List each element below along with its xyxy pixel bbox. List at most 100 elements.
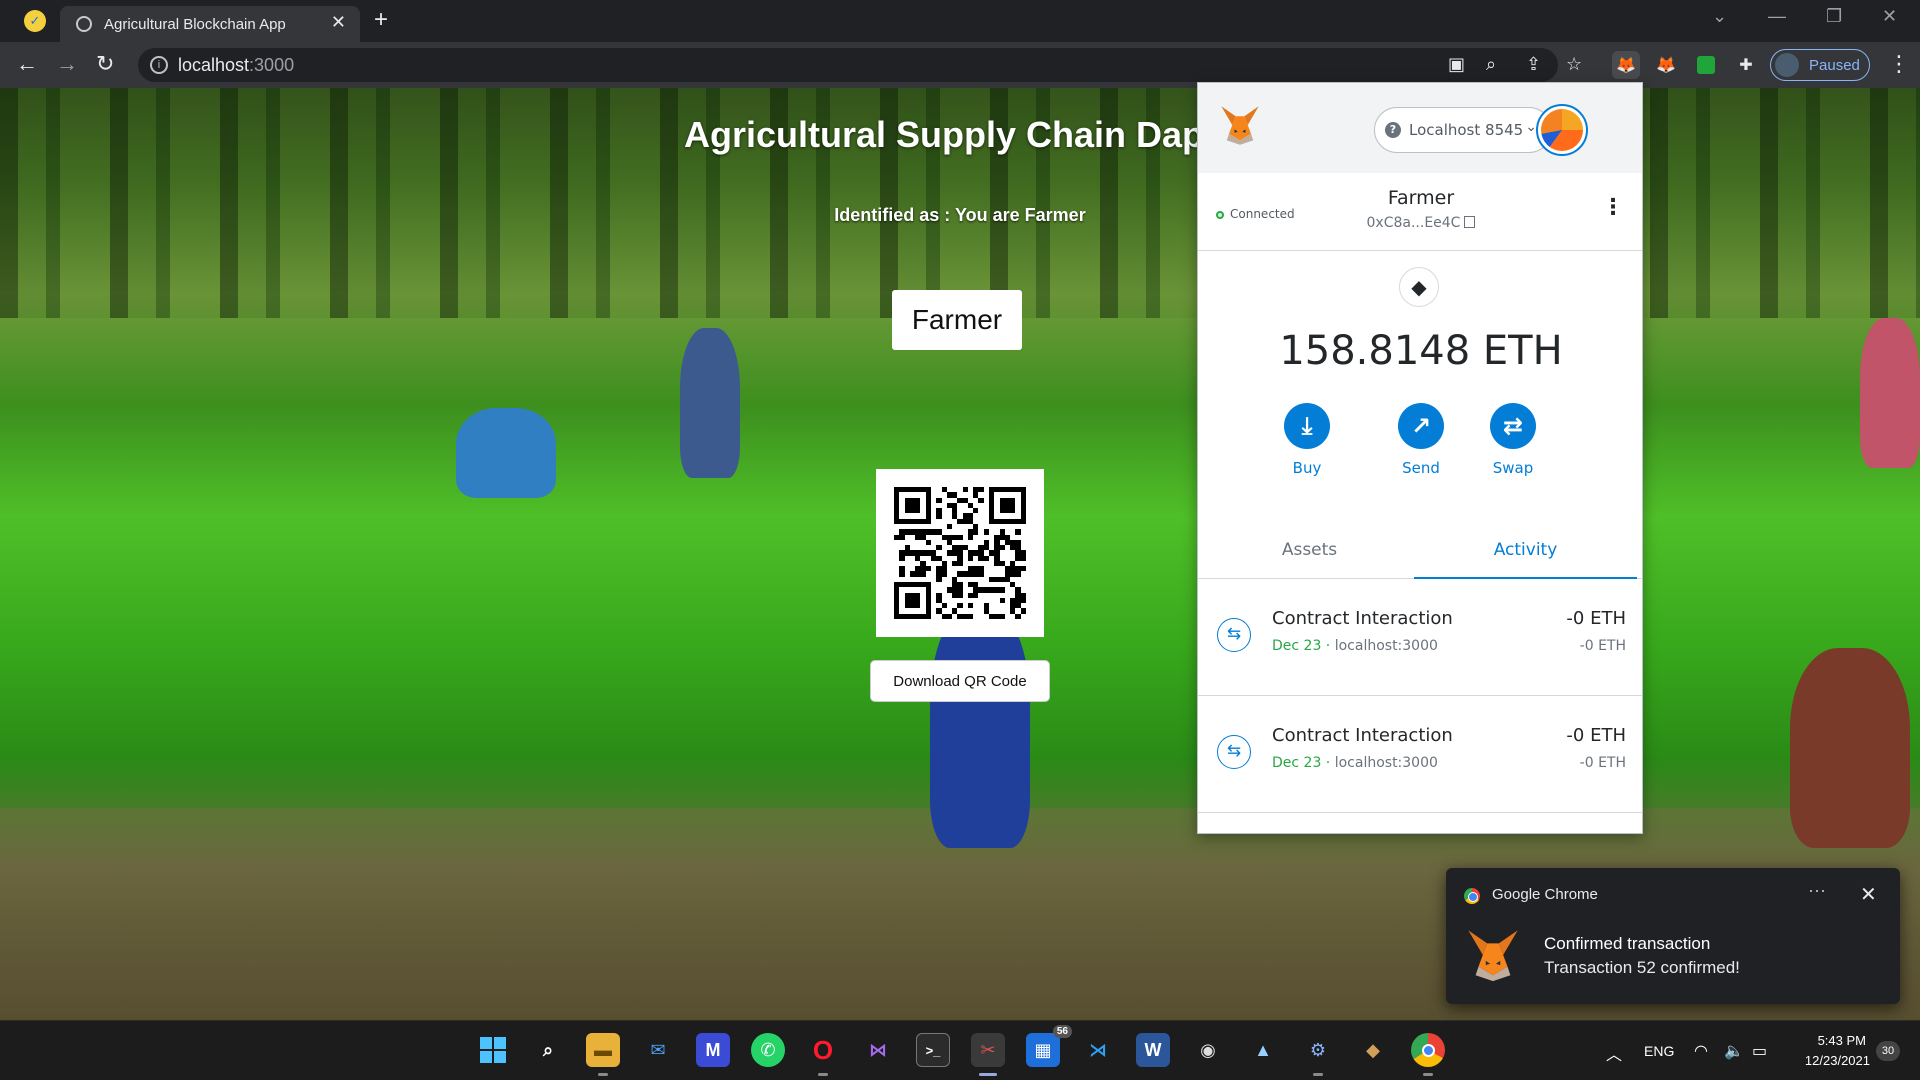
running-indicator [818,1073,828,1076]
visual-studio-icon[interactable]: ⋈ [861,1033,895,1067]
battery-icon[interactable]: ▭ [1752,1041,1767,1061]
network-selector[interactable]: ? Localhost 8545 ⌄ [1374,107,1552,153]
transaction-origin: localhost:3000 [1334,755,1438,771]
account-bar: Connected Farmer 0xC8a...Ee4C ⋮ [1198,173,1642,251]
tab-assets[interactable]: Assets [1198,523,1421,579]
qr-code-matrix [894,487,1026,619]
wifi-icon[interactable]: ◠ [1694,1041,1708,1061]
download-icon: ⤓ [1284,403,1330,449]
transaction-row[interactable]: ⇆ Contract Interaction Dec 23 · localhos… [1198,580,1642,696]
notification-options-icon[interactable]: ··· [1808,880,1826,901]
metamask-header: ? Localhost 8545 ⌄ [1198,83,1642,173]
tab-search-chevron-icon[interactable]: ⌄ [1712,6,1727,27]
photos-icon[interactable]: ▲ [1246,1033,1280,1067]
transaction-date: Dec 23 [1272,755,1322,771]
metamask-fox-icon [1468,930,1518,982]
transaction-meta: Dec 23 · localhost:3000 [1272,638,1438,654]
download-qr-button[interactable]: Download QR Code [870,660,1050,702]
browser-tab[interactable]: Agricultural Blockchain App ✕ [60,6,360,42]
background-worker-figure [456,408,556,498]
account-identicon[interactable] [1536,104,1588,156]
site-info-icon[interactable]: i [150,56,168,74]
chrome-menu-icon[interactable]: ⋮ [1888,51,1910,77]
metamask-flask-extension-icon[interactable]: 🦊 [1652,51,1680,79]
new-tab-button[interactable]: + [374,6,388,34]
word-icon[interactable]: W [1136,1033,1170,1067]
visual-studio-code-insiders-icon[interactable]: M [696,1033,730,1067]
back-button[interactable]: ← [16,51,38,77]
minimize-button[interactable]: — [1768,6,1786,27]
search-icon[interactable]: ⌕ [531,1033,565,1067]
globe-icon [76,16,92,32]
swap-label: Swap [1492,459,1534,477]
ganache-icon[interactable]: ◉ [1191,1033,1225,1067]
close-window-button[interactable]: ✕ [1882,6,1897,27]
forward-button[interactable]: → [56,51,78,77]
notification-center-badge[interactable]: 30 [1876,1041,1900,1061]
notification-body: Transaction 52 confirmed! [1544,958,1740,977]
terminal-icon[interactable]: >_ [916,1033,950,1067]
identicon-disc [1541,109,1583,151]
volume-icon[interactable]: 🔈 [1724,1041,1744,1061]
input-language[interactable]: ENG [1644,1043,1674,1059]
transaction-date: Dec 23 [1272,638,1322,654]
start-windows-icon[interactable] [476,1033,510,1067]
app-logo-icon[interactable]: ✓ [24,10,46,32]
vscode-icon[interactable]: ⋊ [1081,1033,1115,1067]
farmer-role-button[interactable]: Farmer [892,290,1022,350]
contract-interaction-icon: ⇆ [1217,735,1251,769]
transaction-fiat: -0 ETH [1579,755,1626,771]
tray-overflow-chevron-icon[interactable]: ︿ [1606,1041,1622,1065]
active-indicator [979,1073,997,1076]
microsoft-store-icon[interactable]: ▦ 56 [1026,1025,1072,1067]
metamask-extension-icon[interactable]: 🦊 [1612,51,1640,79]
account-name[interactable]: Farmer [1198,187,1642,209]
buy-button[interactable]: ⤓ Buy [1272,403,1342,477]
whatsapp-icon[interactable]: ✆ [751,1033,785,1067]
url-text[interactable]: localhost:3000 [178,55,294,76]
file-explorer-icon[interactable]: ▬ [586,1033,620,1067]
running-indicator [1313,1073,1323,1076]
blocked-popup-icon[interactable]: ▣ [1448,54,1465,75]
avatar [1775,53,1799,77]
virtualbox-icon[interactable]: ◆ [1356,1033,1390,1067]
running-indicator [598,1073,608,1076]
profile-button[interactable]: Paused [1770,49,1870,81]
green-extension-icon[interactable] [1692,51,1720,79]
transaction-row[interactable]: ⇆ Contract Interaction Dec 23 · localhos… [1198,697,1642,813]
mail-icon[interactable]: ✉ [641,1033,675,1067]
swap-button[interactable]: ⇄ Swap [1478,403,1548,477]
account-address[interactable]: 0xC8a...Ee4C [1198,215,1642,231]
notification-close-icon[interactable]: ✕ [1860,882,1877,907]
windows-taskbar: ⌕ ▬ ✉ M ✆ O ⋈ >_ ✂ ▦ 56 ⋊ W ◉ ▲ ⚙ ◆ ︿ ENG… [0,1020,1920,1080]
eth-balance: 158.8148 ETH [1279,328,1563,374]
reload-button[interactable]: ↻ [96,51,114,77]
running-indicator [1423,1073,1433,1076]
transaction-amount: -0 ETH [1566,725,1626,746]
page-title-text: Agricultural Supply Chain Dapp [683,114,1227,155]
send-button[interactable]: ↗ Send [1386,403,1456,477]
tab-activity[interactable]: Activity [1414,523,1637,579]
tab-close-icon[interactable]: ✕ [331,12,346,33]
send-label: Send [1402,459,1440,477]
share-icon[interactable]: ⇪ [1526,54,1541,75]
clock-date[interactable]: 12/23/2021 [1792,1053,1870,1068]
background-worker-figure [930,608,1030,848]
settings-gear-icon[interactable]: ⚙ [1301,1033,1335,1067]
chrome-notification[interactable]: Google Chrome ··· ✕ Confirmed transactio… [1446,868,1900,1004]
opera-icon[interactable]: O [806,1033,840,1067]
account-options-icon[interactable]: ⋮ [1602,195,1624,220]
extensions-puzzle-icon[interactable]: ✚ [1732,51,1760,79]
notification-title: Confirmed transaction [1544,934,1711,953]
restore-button[interactable]: ❐ [1826,6,1842,27]
store-badge: 56 [1052,1025,1072,1038]
snipping-tool-icon[interactable]: ✂ [971,1033,1005,1067]
url-port: :3000 [249,55,295,75]
zoom-icon[interactable]: ⌕ [1486,54,1496,75]
transaction-fiat: -0 ETH [1579,638,1626,654]
clock-time[interactable]: 5:43 PM [1796,1033,1866,1048]
address-bar[interactable]: i localhost:3000 [138,48,1558,82]
bookmark-star-icon[interactable]: ☆ [1566,54,1582,75]
transaction-title: Contract Interaction [1272,725,1453,746]
google-chrome-icon[interactable] [1411,1033,1445,1067]
